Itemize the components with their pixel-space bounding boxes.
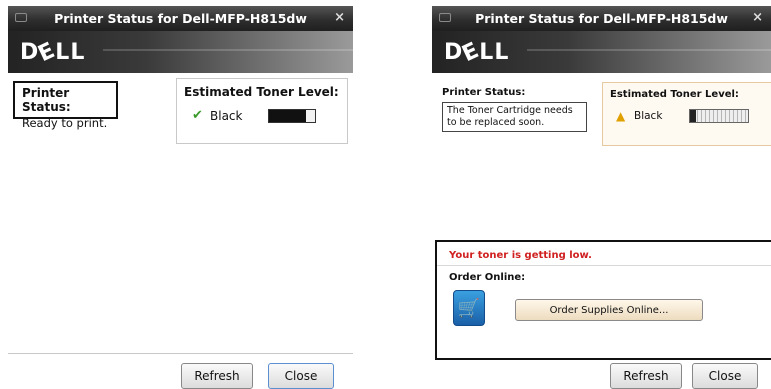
close-button-label: Close	[708, 369, 742, 383]
brand-banner: DELL	[432, 31, 771, 73]
window-title: Printer Status for Dell-MFP-H815dw	[475, 11, 728, 26]
order-supplies-button[interactable]: Order Supplies Online...	[515, 299, 703, 321]
toner-level-panel: Estimated Toner Level: ✔ Black	[176, 78, 348, 144]
close-icon[interactable]: ×	[334, 10, 345, 25]
window-menu-icon[interactable]	[439, 13, 451, 22]
dell-logo: DELL	[444, 37, 510, 68]
printer-status-value: Ready to print.	[22, 116, 108, 130]
printer-status-label: Printer Status:	[442, 87, 526, 98]
toner-level-bar	[689, 109, 749, 123]
toner-level-label: Estimated Toner Level:	[184, 85, 339, 99]
close-button[interactable]: Close	[692, 363, 758, 389]
printer-status-window-low-toner: Printer Status for Dell-MFP-H815dw × DEL…	[432, 6, 771, 389]
close-button[interactable]: Close	[268, 363, 334, 389]
divider	[437, 265, 771, 266]
printer-status-label: Printer Status:	[22, 86, 71, 114]
close-button-label: Close	[284, 369, 318, 383]
order-online-label: Order Online:	[449, 272, 526, 283]
toner-level-fill	[690, 110, 696, 122]
printer-status-value: The Toner Cartridge needs to be replaced…	[442, 102, 587, 132]
close-icon[interactable]: ×	[752, 10, 763, 25]
toner-name: Black	[634, 110, 663, 122]
check-icon: ✔	[192, 108, 203, 123]
refresh-button[interactable]: Refresh	[181, 363, 253, 389]
toner-row-black: ✔ Black	[184, 108, 340, 123]
toner-row-black: ▲ Black	[610, 109, 769, 123]
brand-banner: DELL	[8, 31, 353, 73]
shopping-cart-icon[interactable]: 🛒	[453, 290, 485, 326]
printer-status-box: Printer Status: Ready to print.	[13, 81, 118, 130]
refresh-button-label: Refresh	[623, 369, 669, 383]
toner-level-fill	[269, 109, 306, 122]
low-toner-message: Your toner is getting low.	[449, 250, 592, 261]
refresh-button-label: Refresh	[194, 369, 240, 383]
window-menu-icon[interactable]	[15, 13, 27, 22]
toner-level-panel: Estimated Toner Level: ▲ Black	[602, 82, 771, 146]
warning-icon: ▲	[616, 109, 626, 123]
order-supplies-button-label: Order Supplies Online...	[549, 304, 669, 316]
toner-name: Black	[210, 108, 243, 123]
divider	[8, 353, 353, 354]
dell-logo: DELL	[20, 37, 86, 68]
low-toner-panel: Your toner is getting low. Order Online:…	[435, 240, 771, 360]
title-bar[interactable]: Printer Status for Dell-MFP-H815dw ×	[432, 6, 771, 31]
title-bar[interactable]: Printer Status for Dell-MFP-H815dw ×	[8, 6, 353, 31]
toner-level-bar	[268, 108, 316, 123]
toner-level-label: Estimated Toner Level:	[610, 89, 739, 100]
refresh-button[interactable]: Refresh	[610, 363, 682, 389]
window-title: Printer Status for Dell-MFP-H815dw	[54, 11, 307, 26]
printer-status-box: Printer Status: The Toner Cartridge need…	[442, 87, 587, 132]
printer-status-window-normal: Printer Status for Dell-MFP-H815dw × DEL…	[8, 6, 353, 389]
